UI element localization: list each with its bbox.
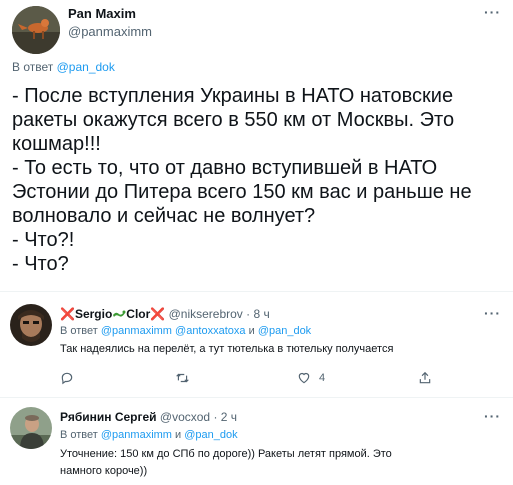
- reply2-name[interactable]: Рябинин Сергей: [60, 410, 157, 424]
- more-options-button[interactable]: ···: [484, 4, 501, 20]
- reply1-time[interactable]: 8 ч: [254, 307, 270, 321]
- reply2-context: В ответ @panmaximm и @pan_dok: [60, 429, 238, 441]
- cross-mark-icon: ❌: [150, 307, 166, 321]
- reply-to-link[interactable]: @pan_dok: [57, 60, 115, 74]
- tweet-line: - Что?: [12, 253, 69, 275]
- tweet-line: - То есть то, что от давно вступившей в …: [12, 157, 438, 179]
- tweet-line: ракеты окажутся всего в 550 км от Москвы…: [12, 109, 455, 131]
- tweet-line: кошмар!!!: [12, 133, 101, 155]
- share-button[interactable]: [418, 371, 432, 385]
- reply-to-link[interactable]: @antoxxatoxa: [175, 325, 246, 337]
- reply-button[interactable]: [60, 371, 74, 385]
- reply2-header: Рябинин Сергей @vocxod · 2 ч: [60, 410, 237, 424]
- reply-prefix: В ответ: [60, 429, 98, 441]
- tweet-line: - После вступления Украины в НАТО натовс…: [12, 85, 454, 107]
- reply1-text: Так надеялись на перелёт, а тут тютелька…: [60, 343, 394, 355]
- reply-to-link[interactable]: @pan_dok: [258, 325, 311, 337]
- share-icon: [419, 371, 431, 384]
- reply-prefix: В ответ: [12, 60, 54, 74]
- like-count: 4: [319, 372, 326, 384]
- reply-icon: [61, 372, 73, 385]
- reply-context: В ответ @pan_dok: [12, 60, 115, 74]
- divider: [0, 397, 513, 398]
- tweet-text: - После вступления Украины в НАТО натовс…: [12, 84, 502, 276]
- author-name[interactable]: Pan Maxim: [68, 6, 136, 21]
- author-avatar[interactable]: [12, 6, 60, 54]
- reply1-context: В ответ @panmaximm @antoxxatoxa и @pan_d…: [60, 325, 311, 337]
- separator: ·: [246, 307, 251, 321]
- reply1-avatar[interactable]: [10, 304, 52, 346]
- reply-to-link[interactable]: @panmaximm: [101, 429, 172, 441]
- reply1-header: ❌Sergio Clor❌ @nikserebrov · 8 ч: [60, 307, 270, 323]
- reply-prefix: В ответ: [60, 325, 98, 337]
- divider: [0, 291, 513, 292]
- like-button[interactable]: 4: [297, 371, 325, 385]
- reply1-name-part1[interactable]: Sergio: [75, 307, 112, 321]
- reply2-more-button[interactable]: ···: [484, 408, 501, 424]
- reply2-text: Уточнение: 150 км до СПб по дороге)) Рак…: [60, 446, 500, 480]
- separator: ·: [213, 410, 218, 424]
- tweet-line: - Что?!: [12, 229, 75, 251]
- reply2-time[interactable]: 2 ч: [221, 410, 237, 424]
- author-handle[interactable]: @panmaximm: [68, 24, 152, 39]
- like-icon: [298, 372, 310, 384]
- reply1-handle[interactable]: @nikserebrov: [169, 307, 243, 321]
- avatar-image: [10, 304, 52, 346]
- avatar-image: [12, 6, 60, 54]
- tweet-line: Эстонии до Питера всего 150 км вас и ран…: [12, 181, 472, 203]
- retweet-icon: [176, 373, 189, 383]
- reply2-handle[interactable]: @vocxod: [160, 410, 210, 424]
- reply1-more-button[interactable]: ···: [484, 305, 501, 321]
- reply-to-link[interactable]: @pan_dok: [184, 429, 237, 441]
- lizard-icon: [112, 309, 126, 323]
- conjunction: и: [175, 429, 182, 441]
- reply-to-link[interactable]: @panmaximm: [101, 325, 172, 337]
- tweet-line: волновало и сейчас не волнует?: [12, 205, 316, 227]
- cross-mark-icon: ❌: [60, 307, 75, 321]
- avatar-image: [10, 407, 52, 449]
- reply2-text-line: Уточнение: 150 км до СПб по дороге)) Рак…: [60, 448, 392, 460]
- reply2-avatar[interactable]: [10, 407, 52, 449]
- reply1-name-part2[interactable]: Clor: [126, 307, 150, 321]
- conjunction: и: [248, 325, 255, 337]
- retweet-button[interactable]: [175, 371, 190, 385]
- reply2-text-line: намного короче)): [60, 465, 148, 477]
